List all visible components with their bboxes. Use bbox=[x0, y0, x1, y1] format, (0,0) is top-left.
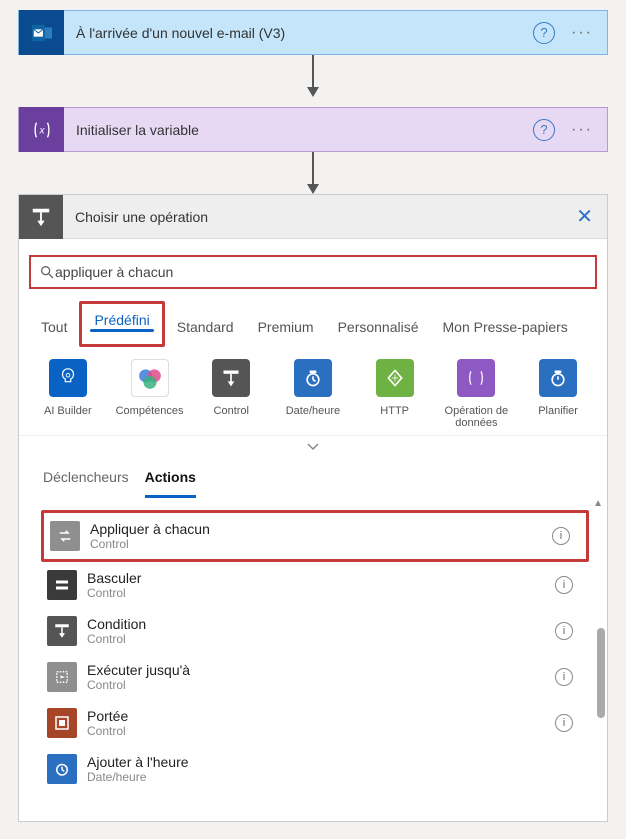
action-executer-jusqua[interactable]: Exécuter jusqu'à Control i bbox=[41, 654, 589, 700]
clock-icon bbox=[294, 359, 332, 397]
actions-list[interactable]: ▲ Appliquer à chacun Control i Basculer bbox=[19, 498, 607, 821]
tab-personnalise[interactable]: Personnalisé bbox=[326, 311, 431, 347]
action-title: Portée bbox=[87, 708, 555, 724]
connector-label: Control bbox=[192, 405, 270, 417]
help-icon[interactable]: ? bbox=[533, 119, 555, 141]
http-icon bbox=[376, 359, 414, 397]
action-subtitle: Control bbox=[87, 586, 555, 600]
info-icon[interactable]: i bbox=[552, 527, 570, 545]
action-title: Basculer bbox=[87, 570, 555, 586]
tab-predefini-highlight: Prédéfini bbox=[79, 301, 164, 347]
search-input[interactable] bbox=[55, 264, 587, 280]
close-icon[interactable]: ✕ bbox=[562, 204, 607, 229]
panel-title: Choisir une opération bbox=[63, 209, 562, 225]
variable-icon: x bbox=[19, 107, 64, 152]
connector-planifier[interactable]: Planifier bbox=[519, 359, 597, 417]
sub-tabs: Déclencheurs Actions bbox=[19, 455, 607, 498]
panel-header: Choisir une opération ✕ bbox=[19, 195, 607, 239]
connector-label: Compétences bbox=[111, 405, 189, 417]
connector-arrow bbox=[0, 55, 626, 97]
action-title: Appliquer à chacun bbox=[90, 521, 552, 537]
search-box-highlight bbox=[29, 255, 597, 289]
connector-dateheure[interactable]: Date/heure bbox=[274, 359, 352, 417]
action-title: Condition bbox=[87, 616, 555, 632]
scope-icon bbox=[47, 708, 77, 738]
more-icon[interactable]: ··· bbox=[567, 121, 607, 139]
flow-step-email[interactable]: À l'arrivée d'un nouvel e-mail (V3) ? ··… bbox=[18, 10, 608, 55]
switch-icon bbox=[47, 570, 77, 600]
connector-control[interactable]: Control bbox=[192, 359, 270, 417]
connector-label: Planifier bbox=[519, 405, 597, 417]
connector-dataops[interactable]: Opération de données bbox=[437, 359, 515, 429]
category-tabs: Tout Prédéfini Standard Premium Personna… bbox=[19, 297, 607, 347]
scroll-up-icon[interactable]: ▲ bbox=[593, 498, 603, 509]
connector-label: Opération de données bbox=[437, 405, 515, 429]
connector-label: Date/heure bbox=[274, 405, 352, 417]
until-icon bbox=[47, 662, 77, 692]
scrollbar-thumb[interactable] bbox=[597, 628, 605, 718]
connector-http[interactable]: HTTP bbox=[356, 359, 434, 417]
connector-competences[interactable]: Compétences bbox=[111, 359, 189, 417]
flow-step-variable[interactable]: x Initialiser la variable ? ··· bbox=[18, 107, 608, 152]
tab-premium[interactable]: Premium bbox=[246, 311, 326, 347]
action-subtitle: Control bbox=[87, 632, 555, 646]
more-icon[interactable]: ··· bbox=[567, 24, 607, 42]
action-ajouter-heure[interactable]: Ajouter à l'heure Date/heure bbox=[41, 746, 589, 792]
action-subtitle: Control bbox=[90, 537, 552, 551]
clock-icon bbox=[47, 754, 77, 784]
action-basculer[interactable]: Basculer Control i bbox=[41, 562, 589, 608]
step-title: À l'arrivée d'un nouvel e-mail (V3) bbox=[64, 25, 533, 41]
help-icon[interactable]: ? bbox=[533, 22, 555, 44]
search-icon bbox=[39, 264, 55, 280]
tab-standard[interactable]: Standard bbox=[165, 311, 246, 347]
tab-predefini[interactable]: Prédéfini bbox=[90, 310, 153, 336]
action-appliquer-a-chacun[interactable]: Appliquer à chacun Control i bbox=[41, 510, 589, 562]
action-subtitle: Date/heure bbox=[87, 770, 583, 784]
tab-tout[interactable]: Tout bbox=[29, 311, 79, 347]
choose-operation-panel: Choisir une opération ✕ Tout Prédéfini S… bbox=[18, 194, 608, 822]
action-title: Ajouter à l'heure bbox=[87, 754, 583, 770]
connector-row: AI Builder Compétences Control Date/heur… bbox=[19, 347, 607, 435]
connector-label: HTTP bbox=[356, 405, 434, 417]
step-title: Initialiser la variable bbox=[64, 122, 533, 138]
subtab-actions[interactable]: Actions bbox=[145, 469, 196, 498]
schedule-icon bbox=[539, 359, 577, 397]
action-subtitle: Control bbox=[87, 678, 555, 692]
info-icon[interactable]: i bbox=[555, 576, 573, 594]
ai-builder-icon bbox=[49, 359, 87, 397]
control-icon bbox=[212, 359, 250, 397]
connector-label: AI Builder bbox=[29, 405, 107, 417]
data-ops-icon bbox=[457, 359, 495, 397]
info-icon[interactable]: i bbox=[555, 622, 573, 640]
condition-icon bbox=[47, 616, 77, 646]
info-icon[interactable]: i bbox=[555, 668, 573, 686]
subtab-triggers[interactable]: Déclencheurs bbox=[43, 469, 129, 498]
action-portee[interactable]: Portée Control i bbox=[41, 700, 589, 746]
connector-ai-builder[interactable]: AI Builder bbox=[29, 359, 107, 417]
action-title: Exécuter jusqu'à bbox=[87, 662, 555, 678]
competences-icon bbox=[131, 359, 169, 397]
operation-icon bbox=[19, 195, 63, 239]
svg-text:x: x bbox=[38, 125, 45, 136]
action-subtitle: Control bbox=[87, 724, 555, 738]
action-condition[interactable]: Condition Control i bbox=[41, 608, 589, 654]
outlook-icon bbox=[19, 10, 64, 55]
connector-arrow bbox=[0, 152, 626, 194]
tab-presse-papiers[interactable]: Mon Presse-papiers bbox=[431, 311, 580, 347]
loop-icon bbox=[50, 521, 80, 551]
info-icon[interactable]: i bbox=[555, 714, 573, 732]
expand-toggle[interactable] bbox=[19, 435, 607, 455]
